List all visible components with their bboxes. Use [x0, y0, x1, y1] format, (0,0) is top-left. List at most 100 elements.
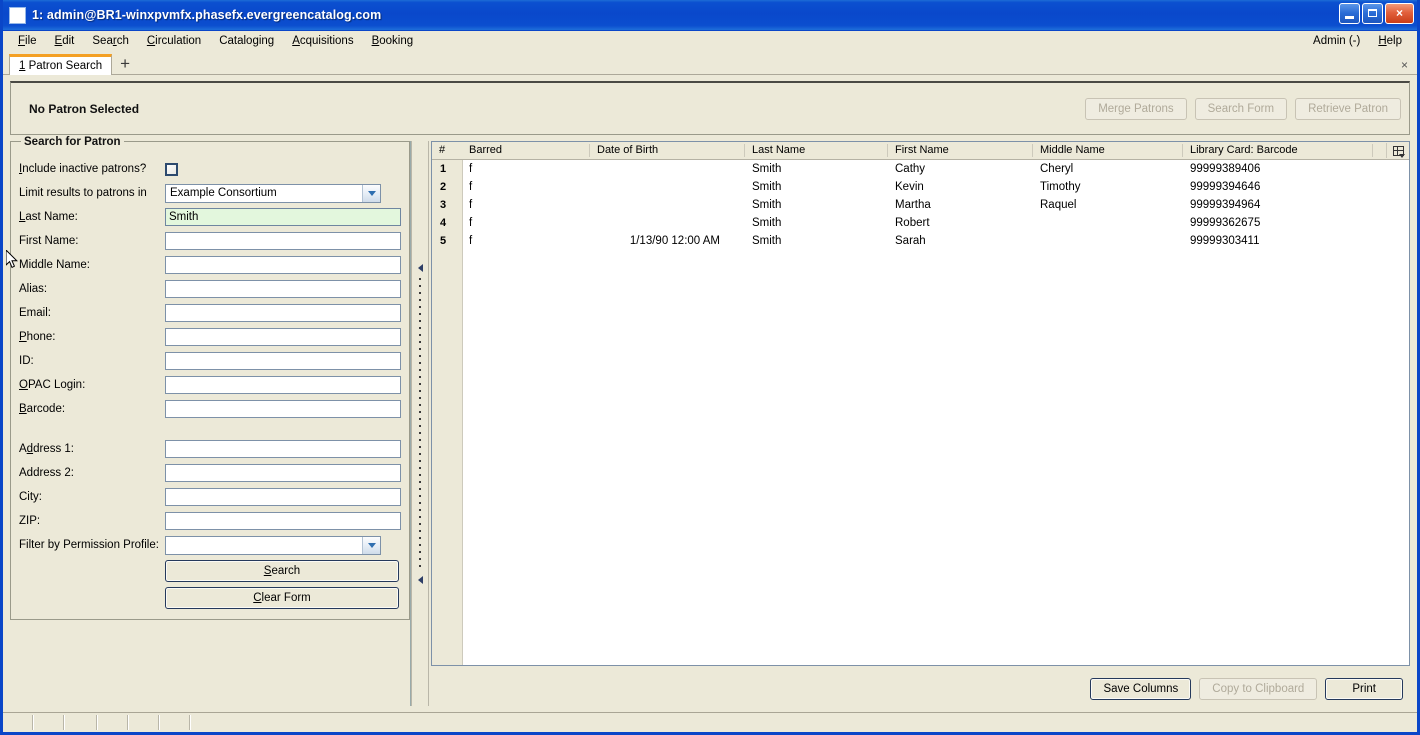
close-tab-button[interactable]: × — [1401, 59, 1408, 71]
table-row[interactable]: 2 f Smith Kevin Timothy 99999394646 — [432, 178, 1409, 196]
field-email: Email: — [19, 301, 401, 325]
column-header-middle-name[interactable]: Middle Name — [1033, 144, 1183, 157]
column-header-num[interactable]: # — [432, 144, 462, 157]
maximize-icon — [1368, 9, 1377, 17]
address-1-input[interactable] — [165, 440, 401, 458]
column-header-barred[interactable]: Barred — [462, 144, 590, 157]
retrieve-patron-button[interactable]: Retrieve Patron — [1295, 97, 1401, 120]
phone-input[interactable] — [165, 328, 401, 346]
cell-last: Smith — [752, 217, 782, 229]
table-row[interactable]: 3 f Smith Martha Raquel 99999394964 — [432, 196, 1409, 214]
field-id: ID: — [19, 349, 401, 373]
menu-search[interactable]: Search — [83, 32, 137, 50]
window-controls: × — [1339, 3, 1414, 24]
status-segment-3 — [65, 715, 98, 730]
cell-first: Sarah — [895, 235, 926, 247]
field-barcode: Barcode: — [19, 397, 401, 421]
collapse-left-arrow-icon-2[interactable] — [417, 575, 423, 584]
status-segment-4 — [98, 715, 129, 730]
menu-file[interactable]: File — [9, 32, 46, 50]
table-row[interactable]: 5 f 1/13/90 12:00 AM Smith Sarah 99999303411 — [432, 232, 1409, 250]
menu-admin[interactable]: Admin (-) — [1304, 32, 1369, 50]
column-header-dob[interactable]: Date of Birth — [590, 144, 745, 157]
field-city: City: — [19, 485, 401, 509]
status-segment-5 — [129, 715, 160, 730]
email-input[interactable] — [165, 304, 401, 322]
cell-barred: f — [469, 217, 473, 229]
collapse-left-arrow-icon[interactable] — [417, 263, 423, 272]
column-picker-button[interactable] — [1386, 143, 1409, 158]
menu-cataloging[interactable]: Cataloging — [210, 32, 283, 50]
column-header-barcode[interactable]: Library Card: Barcode — [1183, 144, 1373, 157]
tab-label: Patron Search — [28, 60, 103, 72]
cell-first: Kevin — [895, 181, 924, 193]
middle-name-label: Middle Name: — [19, 259, 90, 271]
include-inactive-checkbox[interactable] — [165, 162, 178, 176]
tab-index: 1 — [19, 60, 26, 72]
table-row[interactable]: 1 f Smith Cathy Cheryl 99999389406 — [432, 160, 1409, 178]
cell-first: Robert — [895, 217, 930, 229]
first-name-input[interactable] — [165, 232, 401, 250]
permission-profile-select[interactable] — [165, 535, 381, 555]
app-icon — [9, 6, 26, 24]
menu-help[interactable]: Help — [1369, 32, 1411, 50]
search-form-button[interactable]: Search Form — [1194, 97, 1288, 120]
copy-to-clipboard-button[interactable]: Copy to Clipboard — [1199, 678, 1318, 700]
results-rows: 1 f Smith Cathy Cheryl 99999389406 2 f Smith Kevi… — [432, 160, 1409, 250]
minimize-button[interactable] — [1339, 3, 1360, 24]
id-input[interactable] — [165, 352, 401, 370]
field-zip: ZIP: — [19, 509, 401, 533]
save-columns-button[interactable]: Save Columns — [1090, 678, 1192, 700]
middle-name-input[interactable] — [165, 256, 401, 274]
field-first-name: First Name: — [19, 229, 401, 253]
window-title: 1: admin@BR1-winxpvmfx.phasefx.evergreen… — [32, 8, 382, 22]
new-tab-button[interactable]: + — [112, 55, 138, 72]
city-label: City: — [19, 491, 42, 503]
panel-splitter[interactable] — [411, 141, 429, 706]
limit-results-select[interactable]: Example Consortium — [165, 183, 381, 203]
column-header-first-name[interactable]: First Name — [888, 144, 1033, 157]
chevron-down-icon — [362, 184, 380, 202]
field-permission-profile: Filter by Permission Profile: — [19, 533, 401, 557]
merge-patrons-button[interactable]: Merge Patrons — [1085, 97, 1187, 120]
alias-input[interactable] — [165, 280, 401, 298]
cell-middle: Timothy — [1040, 181, 1081, 193]
cell-last: Smith — [752, 235, 782, 247]
table-row[interactable]: 4 f Smith Robert 99999362675 — [432, 214, 1409, 232]
city-input[interactable] — [165, 488, 401, 506]
alias-label: Alias: — [19, 283, 48, 295]
patron-status-label: No Patron Selected — [29, 101, 140, 116]
close-button[interactable]: × — [1385, 3, 1414, 24]
chevron-down-icon — [362, 536, 380, 554]
zip-input[interactable] — [165, 512, 401, 530]
menu-edit[interactable]: Edit — [46, 32, 84, 50]
address-1-label: Address 1: — [19, 443, 74, 455]
limit-results-label: Limit results to patrons in — [19, 187, 147, 199]
field-opac-login: OPAC Login: — [19, 373, 401, 397]
column-header-last-name[interactable]: Last Name — [745, 144, 888, 157]
last-name-input[interactable] — [165, 208, 401, 226]
search-button[interactable]: Search — [165, 559, 399, 582]
cell-num: 1 — [440, 163, 447, 175]
opac-login-input[interactable] — [165, 376, 401, 394]
phone-label: Phone: — [19, 331, 56, 343]
menu-circulation[interactable]: Circulation — [138, 32, 210, 50]
barcode-input[interactable] — [165, 400, 401, 418]
zip-label: ZIP: — [19, 515, 41, 527]
menu-acquisitions[interactable]: Acquisitions — [283, 32, 362, 50]
maximize-button[interactable] — [1362, 3, 1383, 24]
cell-barcode: 99999303411 — [1190, 235, 1260, 247]
permission-profile-label: Filter by Permission Profile: — [19, 539, 159, 551]
menu-booking[interactable]: Booking — [363, 32, 423, 50]
minimize-icon — [1345, 16, 1354, 19]
clear-form-button[interactable]: Clear Form — [165, 586, 399, 609]
print-button[interactable]: Print — [1325, 678, 1403, 700]
tab-patron-search[interactable]: 1 Patron Search — [9, 54, 113, 75]
address-2-input[interactable] — [165, 464, 401, 482]
menu-bar-right: Admin (-) Help — [1304, 32, 1411, 50]
cell-barcode: 99999394646 — [1190, 181, 1261, 193]
field-alias: Alias: — [19, 277, 401, 301]
cell-middle: Cheryl — [1040, 163, 1074, 175]
search-panel: Search for Patron Include inactive patro… — [10, 136, 411, 706]
id-label: ID: — [19, 355, 34, 367]
